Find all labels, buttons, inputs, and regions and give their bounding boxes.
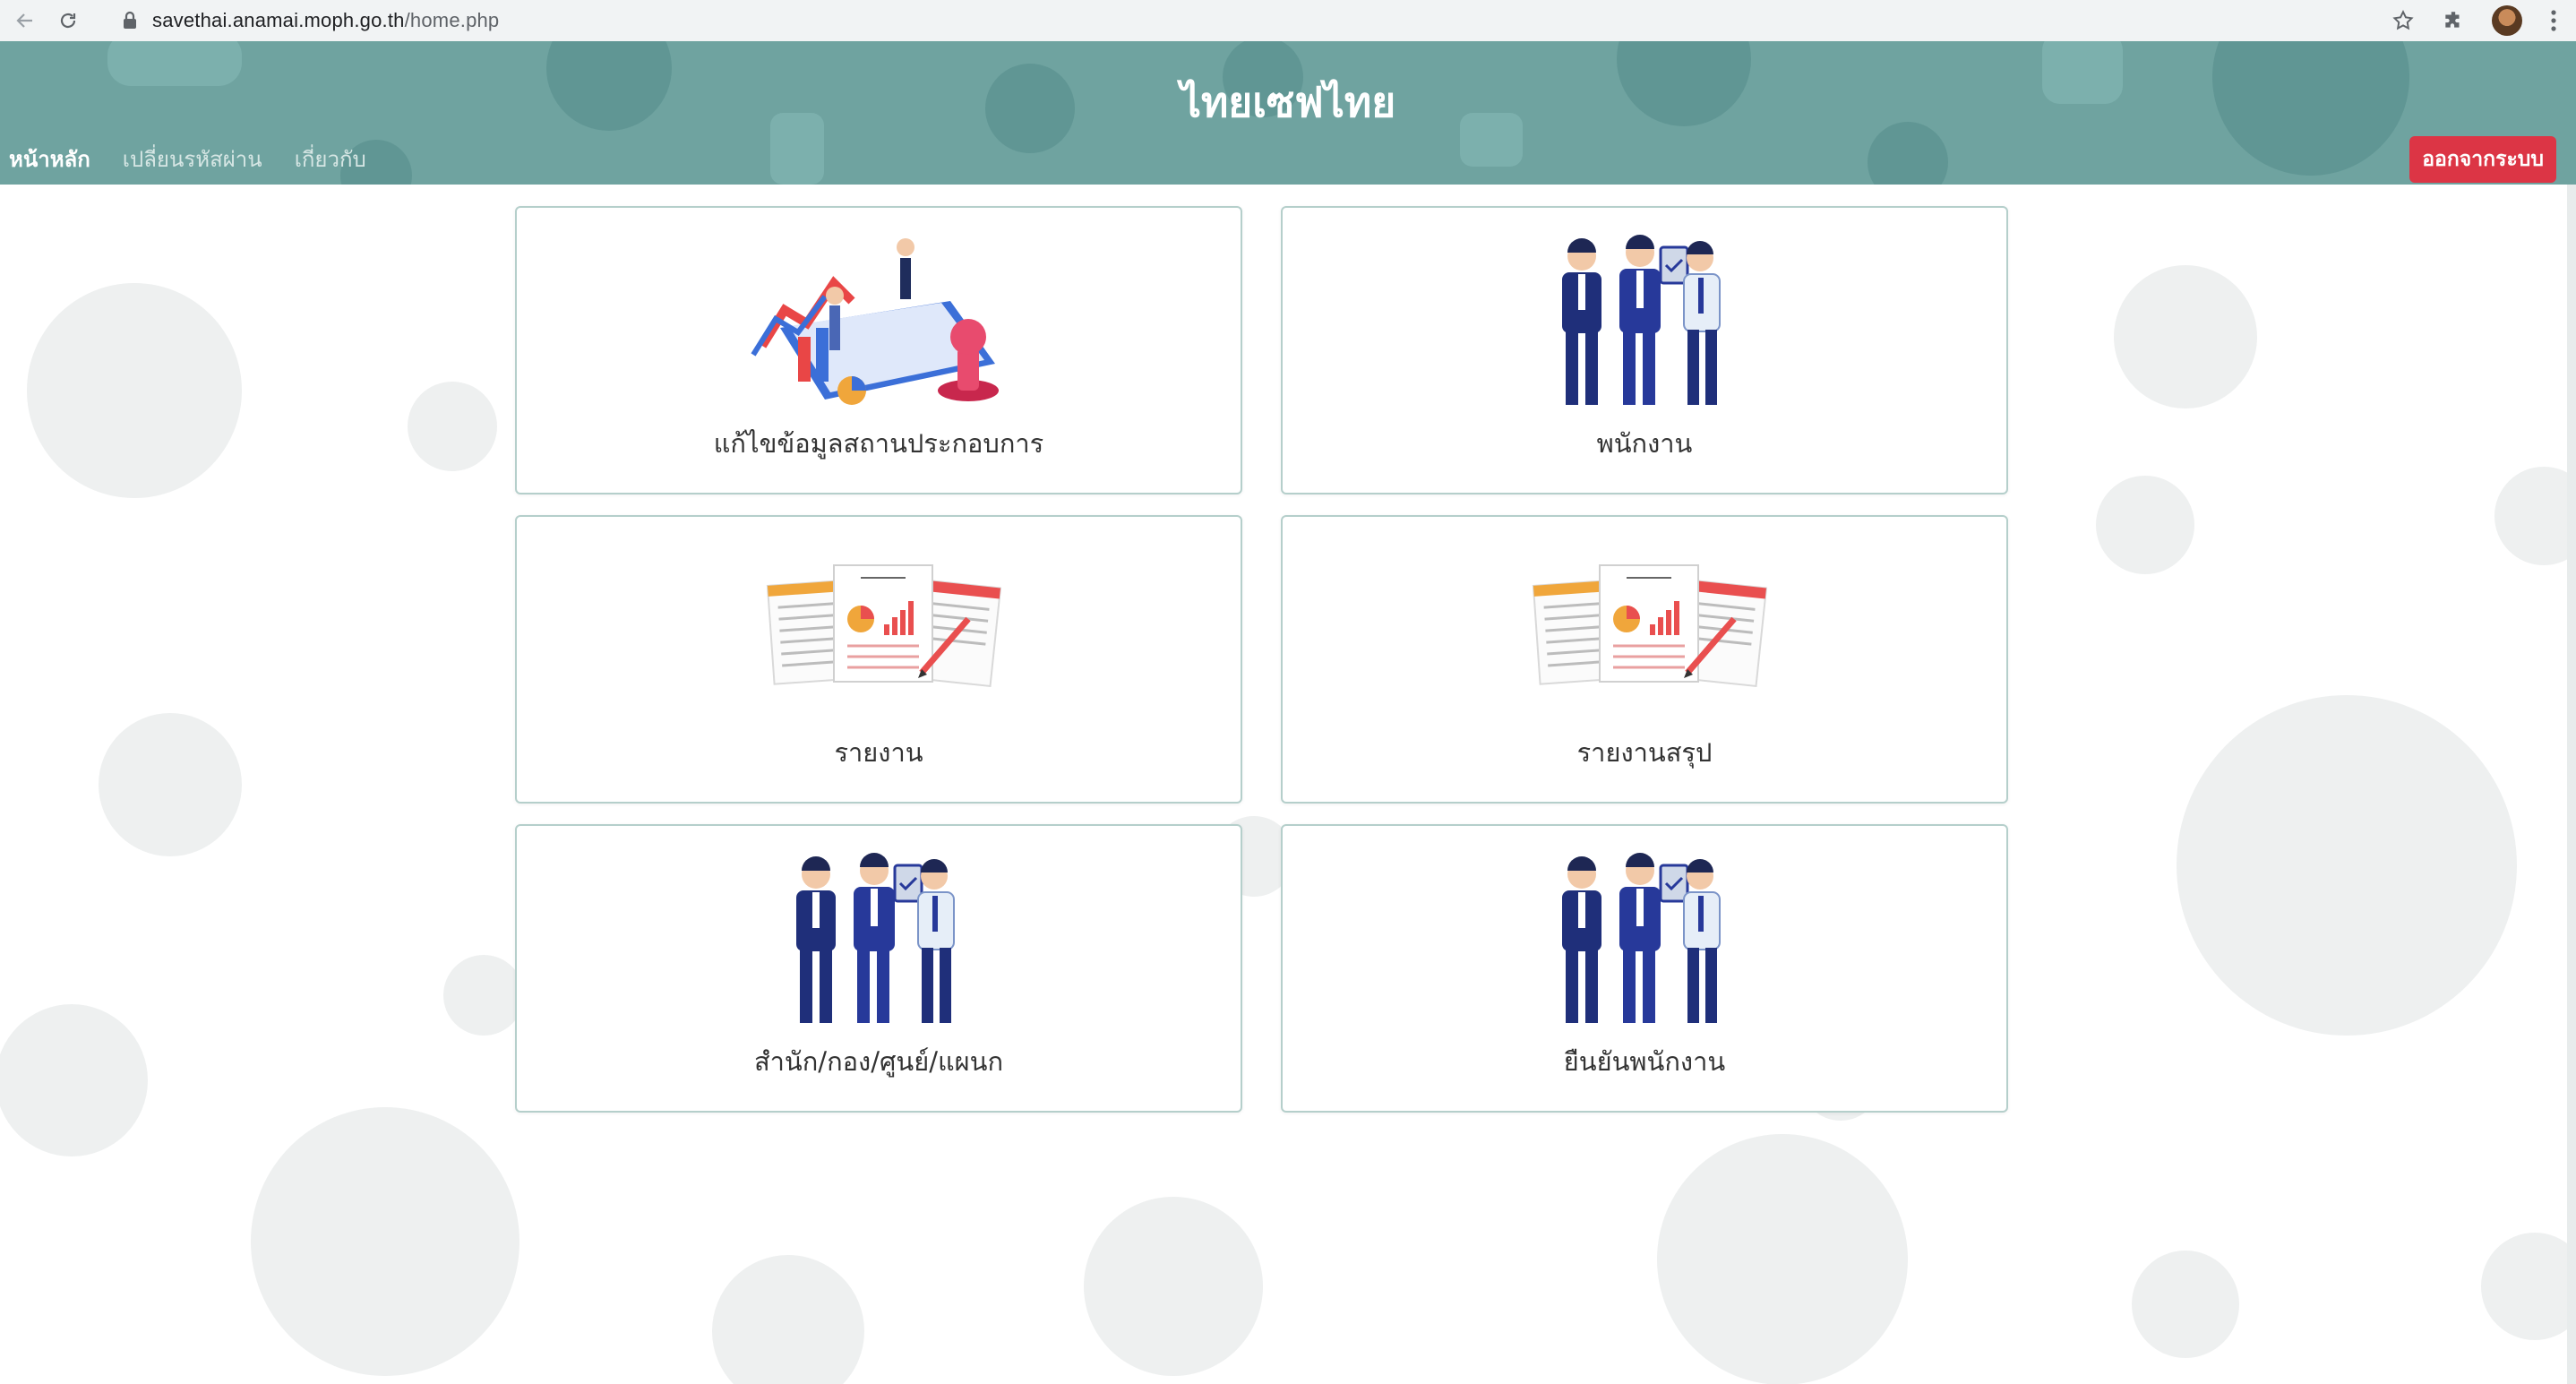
staff-group-icon xyxy=(1562,235,1721,405)
url-path: /home.php xyxy=(404,9,500,31)
top-nav: หน้าหลัก เปลี่ยนรหัสผ่าน เกี่ยวกับ xyxy=(9,142,366,176)
extensions-icon[interactable] xyxy=(2442,9,2465,32)
report-documents-icon xyxy=(766,564,1002,688)
lock-icon xyxy=(124,11,136,29)
logout-button[interactable]: ออกจากระบบ xyxy=(2409,136,2556,183)
menu-card-label: สำนัก/กอง/ศูนย์/แผนก xyxy=(753,1046,1004,1077)
main-content: แก้ไขข้อมูลสถานประกอบการ พนักงาน รายงาน … xyxy=(0,185,2576,1384)
scrollbar[interactable] xyxy=(2567,185,2576,1384)
menu-card-summary-report[interactable]: รายงานสรุป xyxy=(1281,515,2008,804)
site-title: ไทยเซฟไทย xyxy=(1180,78,1396,126)
reload-icon[interactable] xyxy=(50,3,86,39)
menu-card-label: รายงาน xyxy=(834,737,923,768)
menu-card-label: พนักงาน xyxy=(1596,428,1693,459)
site-header: ไทยเซฟไทย หน้าหลัก เปลี่ยนรหัสผ่าน เกี่ย… xyxy=(0,41,2576,185)
nav-about[interactable]: เกี่ยวกับ xyxy=(295,142,366,176)
menu-card-label: แก้ไขข้อมูลสถานประกอบการ xyxy=(713,428,1044,459)
url-host: savethai.anamai.moph.go.th xyxy=(152,9,405,31)
address-bar[interactable]: savethai.anamai.moph.go.th/home.php xyxy=(152,9,499,32)
staff-group-icon xyxy=(796,853,955,1023)
menu-card-label: ยืนยันพนักงาน xyxy=(1563,1046,1726,1077)
menu-card-departments[interactable]: สำนัก/กอง/ศูนย์/แผนก xyxy=(515,824,1242,1113)
menu-card-edit-establishment[interactable]: แก้ไขข้อมูลสถานประกอบการ xyxy=(515,206,1242,494)
star-icon[interactable] xyxy=(2391,9,2415,32)
back-arrow-icon[interactable] xyxy=(7,3,43,39)
staff-group-icon xyxy=(1562,853,1721,1023)
report-documents-icon xyxy=(1532,564,1768,688)
menu-card-report[interactable]: รายงาน xyxy=(515,515,1242,804)
kebab-menu-icon[interactable] xyxy=(2549,8,2558,33)
menu-card-employees[interactable]: พนักงาน xyxy=(1281,206,2008,494)
business-analytics-icon xyxy=(751,238,999,405)
nav-home[interactable]: หน้าหลัก xyxy=(9,142,90,176)
menu-card-label: รายงานสรุป xyxy=(1576,737,1713,768)
menu-card-confirm-employees[interactable]: ยืนยันพนักงาน xyxy=(1281,824,2008,1113)
browser-toolbar: savethai.anamai.moph.go.th/home.php xyxy=(0,0,2576,41)
avatar[interactable] xyxy=(2492,5,2522,36)
nav-change-password[interactable]: เปลี่ยนรหัสผ่าน xyxy=(123,142,262,176)
